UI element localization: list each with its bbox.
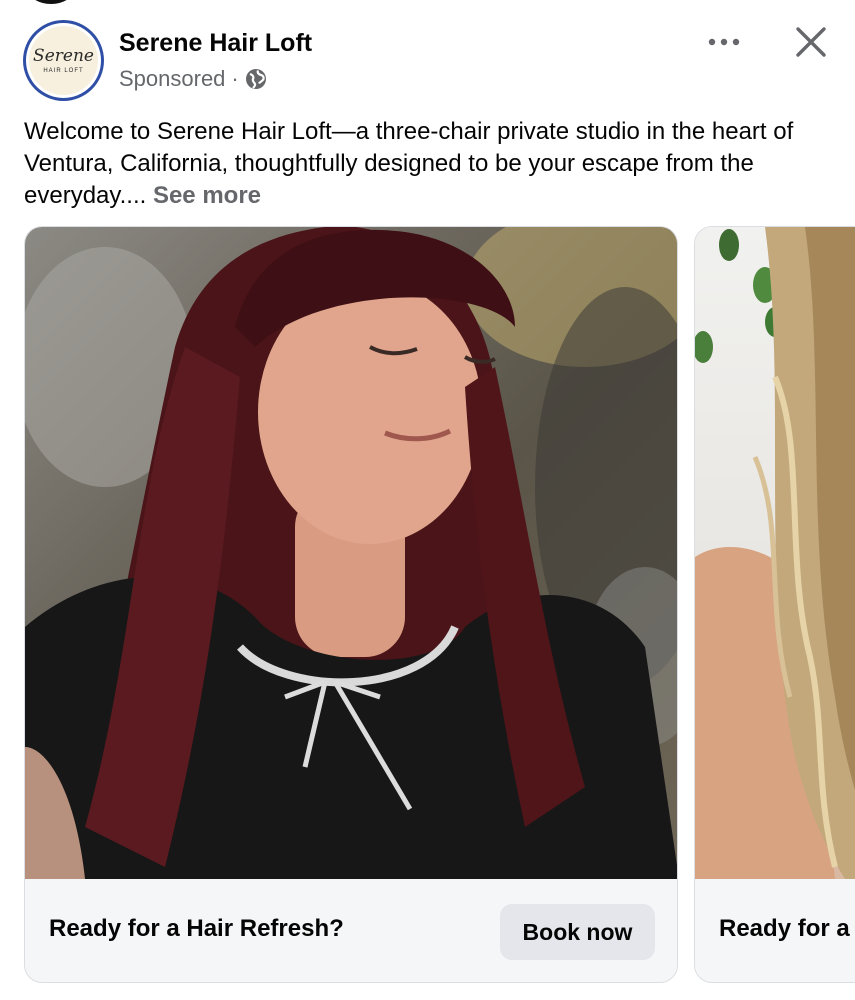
card-footer: Ready for a (695, 879, 855, 982)
card-photo[interactable] (695, 227, 855, 879)
previous-post-avatar (28, 0, 74, 4)
carousel-card[interactable]: Ready for a Hair Refresh? Book now (24, 226, 678, 983)
logo-sub-text: HAIR LOFT (43, 67, 84, 74)
page-avatar[interactable]: Serene HAIR LOFT (23, 20, 104, 101)
card-footer: Ready for a Hair Refresh? Book now (25, 879, 677, 982)
close-icon (796, 27, 826, 57)
sponsored-label[interactable]: Sponsored (119, 66, 225, 92)
book-now-button[interactable]: Book now (500, 904, 655, 960)
page-name-link[interactable]: Serene Hair Loft (119, 29, 312, 58)
logo-script-text: Serene (33, 45, 94, 66)
post-body: Welcome to Serene Hair Loft—a three-chai… (24, 116, 824, 212)
card-title: Ready for a (719, 915, 850, 942)
card-title: Ready for a Hair Refresh? (49, 915, 344, 942)
see-more-link[interactable]: See more (153, 182, 261, 209)
serene-logo: Serene HAIR LOFT (29, 26, 98, 95)
hide-ad-button[interactable] (790, 22, 832, 62)
more-options-icon (708, 38, 740, 46)
more-options-button[interactable] (700, 24, 748, 60)
post-meta: Sponsored · (119, 66, 267, 92)
meta-separator: · (231, 66, 239, 91)
post-body-text: Welcome to Serene Hair Loft—a three-chai… (24, 118, 794, 209)
carousel-card[interactable]: Ready for a (694, 226, 855, 983)
card-photo[interactable] (25, 227, 677, 879)
globe-icon (245, 68, 267, 90)
